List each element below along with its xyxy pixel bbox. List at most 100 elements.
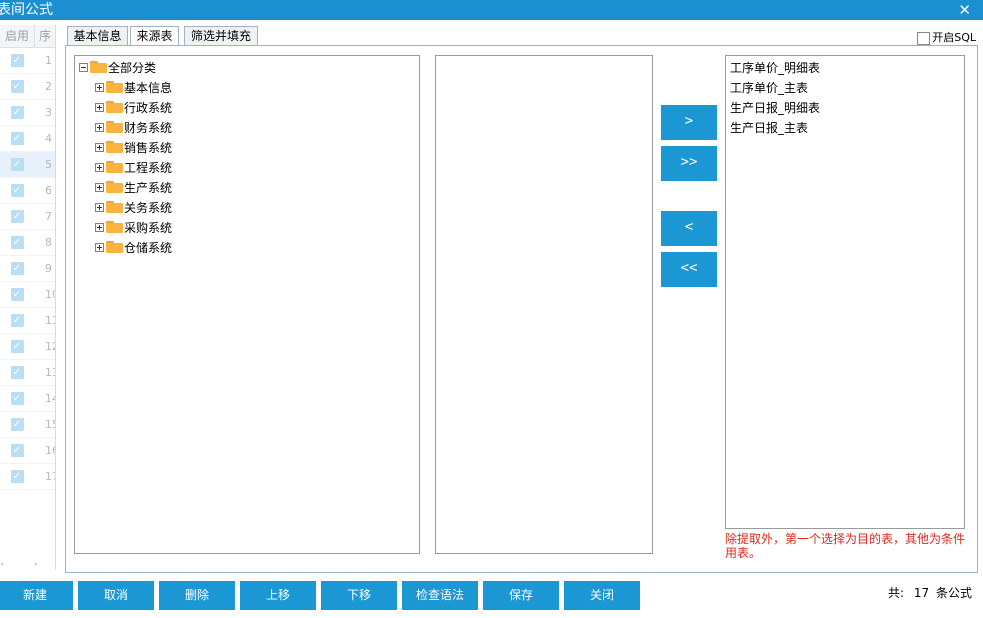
table-row[interactable]: ✓ 11: [0, 308, 55, 334]
tree-node[interactable]: 销售系统: [95, 137, 172, 157]
enable-sql-checkbox[interactable]: [917, 31, 931, 45]
title-bar: 表间公式 ✕: [0, 0, 983, 20]
horizontal-scrollbar[interactable]: ◂ ▸: [0, 560, 55, 568]
table-row[interactable]: ✓ 15: [0, 412, 55, 438]
expand-icon[interactable]: [95, 82, 104, 92]
enabled-checkbox[interactable]: ✓: [0, 80, 34, 93]
expand-icon[interactable]: [95, 102, 104, 112]
folder-icon: [106, 161, 123, 173]
enabled-checkbox[interactable]: ✓: [0, 262, 34, 275]
check-icon: ✓: [10, 392, 24, 405]
tree-node[interactable]: 关务系统: [95, 197, 172, 217]
check-syntax-button[interactable]: 检查语法: [402, 581, 478, 610]
enabled-checkbox[interactable]: ✓: [0, 418, 34, 431]
move-left-button[interactable]: <: [661, 211, 717, 246]
cancel-button[interactable]: 取消: [78, 581, 154, 610]
enabled-checkbox[interactable]: ✓: [0, 314, 34, 327]
enabled-checkbox[interactable]: ✓: [0, 340, 34, 353]
enabled-checkbox[interactable]: ✓: [0, 236, 34, 249]
table-row[interactable]: ✓ 10: [0, 282, 55, 308]
tab-source-tables[interactable]: 来源表: [130, 26, 179, 47]
tree-node[interactable]: 财务系统: [95, 117, 172, 137]
check-icon: ✓: [10, 444, 24, 457]
table-row[interactable]: ✓ 3: [0, 100, 55, 126]
enable-sql-option[interactable]: 开启SQL: [917, 31, 976, 45]
expand-icon[interactable]: [95, 222, 104, 232]
tree-node[interactable]: 生产系统: [95, 177, 172, 197]
available-tables-list[interactable]: [435, 55, 653, 554]
expand-icon[interactable]: [95, 142, 104, 152]
row-index: 4: [45, 132, 52, 145]
window-title: 表间公式: [0, 2, 53, 18]
tree-node-root[interactable]: 全部分类: [79, 57, 156, 77]
expand-icon[interactable]: [95, 122, 104, 132]
tree-node[interactable]: 工程系统: [95, 157, 172, 177]
tree-node-label: 财务系统: [124, 120, 173, 135]
table-row[interactable]: ✓ 12: [0, 334, 55, 360]
list-item[interactable]: 生产日报_明细表: [730, 99, 820, 119]
enabled-checkbox[interactable]: ✓: [0, 392, 34, 405]
enabled-checkbox[interactable]: ✓: [0, 184, 34, 197]
enabled-checkbox[interactable]: ✓: [0, 288, 34, 301]
expand-icon[interactable]: [95, 162, 104, 172]
list-item[interactable]: 生产日报_主表: [730, 119, 820, 139]
row-index: 5: [45, 158, 52, 171]
table-row[interactable]: ✓ 9: [0, 256, 55, 282]
enabled-checkbox[interactable]: ✓: [0, 470, 34, 483]
count-prefix: 共:: [888, 586, 905, 600]
list-item[interactable]: 工序单价_明细表: [730, 59, 820, 79]
close-icon[interactable]: ✕: [958, 0, 971, 20]
enabled-checkbox[interactable]: ✓: [0, 54, 34, 67]
move-all-left-button[interactable]: <<: [661, 252, 717, 287]
move-all-right-button[interactable]: >>: [661, 146, 717, 181]
list-item[interactable]: 工序单价_主表: [730, 79, 820, 99]
enabled-checkbox[interactable]: ✓: [0, 444, 34, 457]
new-button[interactable]: 新建: [0, 581, 73, 610]
folder-icon: [106, 181, 123, 193]
expand-icon[interactable]: [95, 242, 104, 252]
tree-node[interactable]: 采购系统: [95, 217, 172, 237]
collapse-icon[interactable]: [79, 62, 88, 72]
row-index: 2: [45, 80, 52, 93]
check-icon: ✓: [10, 184, 24, 197]
move-up-button[interactable]: 上移: [240, 581, 316, 610]
tree-node[interactable]: 基本信息: [95, 77, 172, 97]
tree-node-label: 仓储系统: [124, 240, 173, 255]
table-row[interactable]: ✓ 5: [0, 152, 55, 178]
enabled-checkbox[interactable]: ✓: [0, 366, 34, 379]
table-row[interactable]: ✓ 6: [0, 178, 55, 204]
table-row[interactable]: ✓ 7: [0, 204, 55, 230]
tree-node-label: 生产系统: [124, 180, 173, 195]
expand-icon[interactable]: [95, 182, 104, 192]
enabled-checkbox[interactable]: ✓: [0, 158, 34, 171]
check-icon: ✓: [10, 418, 24, 431]
table-row[interactable]: ✓ 2: [0, 74, 55, 100]
save-button[interactable]: 保存: [483, 581, 559, 610]
tab-filter-fill[interactable]: 筛选并填充: [184, 26, 258, 46]
table-row[interactable]: ✓ 4: [0, 126, 55, 152]
check-icon: ✓: [10, 132, 24, 145]
move-right-button[interactable]: >: [661, 105, 717, 140]
move-down-button[interactable]: 下移: [321, 581, 397, 610]
table-row[interactable]: ✓ 8: [0, 230, 55, 256]
tree-node[interactable]: 行政系统: [95, 97, 172, 117]
tab-basic-info[interactable]: 基本信息: [67, 26, 128, 46]
table-row[interactable]: ✓ 17: [0, 464, 55, 490]
row-index: 10: [45, 288, 55, 301]
enabled-checkbox[interactable]: ✓: [0, 210, 34, 223]
formula-count: 共: 17 条公式: [888, 586, 972, 600]
row-index: 13: [45, 366, 55, 379]
enabled-checkbox[interactable]: ✓: [0, 132, 34, 145]
close-button[interactable]: 关闭: [564, 581, 640, 610]
delete-button[interactable]: 删除: [159, 581, 235, 610]
tree-node[interactable]: 仓储系统: [95, 237, 172, 257]
table-row[interactable]: ✓ 14: [0, 386, 55, 412]
enabled-checkbox[interactable]: ✓: [0, 106, 34, 119]
folder-icon: [106, 221, 123, 233]
table-row[interactable]: ✓ 1: [0, 48, 55, 74]
table-row[interactable]: ✓ 16: [0, 438, 55, 464]
selected-tables-list: 工序单价_明细表 工序单价_主表 生产日报_明细表 生产日报_主表: [725, 55, 965, 529]
expand-icon[interactable]: [95, 202, 104, 212]
enable-sql-label: 开启SQL: [932, 31, 976, 44]
table-row[interactable]: ✓ 13: [0, 360, 55, 386]
